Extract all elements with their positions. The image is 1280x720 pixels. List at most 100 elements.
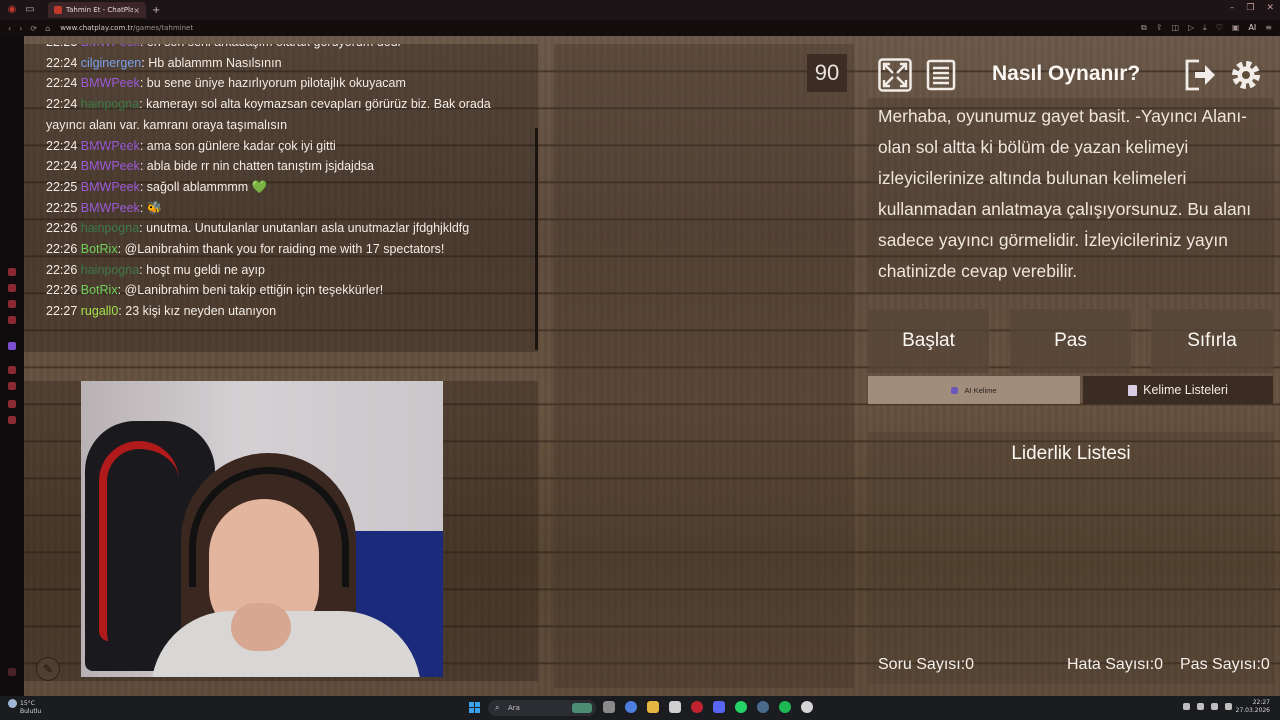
battery-icon[interactable]: [1225, 703, 1232, 710]
windows-start-icon[interactable]: [469, 702, 480, 713]
robot-icon: [951, 386, 959, 394]
download-icon[interactable]: ⤓: [1203, 23, 1207, 33]
volume-icon[interactable]: [1211, 703, 1218, 710]
opera-icon[interactable]: [691, 701, 703, 713]
chat-username[interactable]: BMWPeek: [81, 139, 140, 153]
chat-username[interactable]: BotRix: [81, 242, 118, 256]
menu-icon[interactable]: ≡: [1265, 23, 1272, 33]
network-icon[interactable]: [1197, 703, 1204, 710]
chat-username[interactable]: BMWPeek: [81, 159, 140, 173]
spotify-icon[interactable]: [779, 701, 791, 713]
chat-username[interactable]: cilginergen: [81, 56, 141, 70]
reload-icon[interactable]: ⟳: [30, 24, 37, 33]
sidebar-app-icon[interactable]: [8, 366, 16, 374]
chat-username[interactable]: hainpogna: [81, 97, 139, 111]
sidebar-settings-icon[interactable]: [8, 416, 16, 424]
window-controls: – ❐ ✕: [1230, 3, 1274, 13]
sidebar-app-icon[interactable]: [8, 382, 16, 390]
chat-username[interactable]: hainpogna: [81, 221, 139, 235]
ai-button[interactable]: AI: [1248, 23, 1256, 33]
discord-icon[interactable]: [713, 701, 725, 713]
pencil-icon[interactable]: ✎: [36, 657, 60, 681]
chat-username[interactable]: BMWPeek: [81, 201, 140, 215]
sidebar-app-icon[interactable]: [8, 284, 16, 292]
url-path: /games/tahminet: [133, 24, 194, 32]
forward-icon[interactable]: ›: [19, 24, 22, 33]
sidebar-app-icon[interactable]: [8, 316, 16, 324]
chat-message: 22:24 BMWPeek: bu sene üniye hazırlıyoru…: [46, 73, 518, 94]
store-icon[interactable]: [669, 701, 681, 713]
error-count-value: 0: [1154, 656, 1164, 673]
start-button[interactable]: Başlat: [868, 309, 989, 373]
play-icon[interactable]: ▷: [1188, 23, 1194, 33]
fullscreen-icon[interactable]: [878, 58, 912, 92]
wallet-icon[interactable]: ▣: [1232, 23, 1240, 33]
tab-close-icon[interactable]: ×: [133, 6, 140, 15]
chat-text: 🐝: [146, 200, 163, 215]
document-icon[interactable]: [924, 58, 958, 92]
clock[interactable]: 22:27 27.03.2026: [1236, 699, 1270, 715]
reset-button[interactable]: Sıfırla: [1151, 309, 1273, 373]
chat-username[interactable]: hainpogna: [81, 263, 139, 277]
address-bar-icons: ⧉ ⇪ ◫ ▷ ⤓ ♡ ▣ AI ≡: [1141, 23, 1272, 33]
sidebar-app-icon[interactable]: [8, 300, 16, 308]
whatsapp-icon[interactable]: [735, 701, 747, 713]
sidebar-app-icon[interactable]: [8, 400, 16, 408]
close-window-icon[interactable]: ✕: [1266, 3, 1274, 13]
chat-username[interactable]: rugall0: [81, 304, 119, 318]
chat-message: 22:25 BMWPeek: 🐝: [46, 198, 518, 219]
browser-tab[interactable]: Tahmin Et - ChatPlay ×: [48, 2, 146, 18]
steam-icon[interactable]: [757, 701, 769, 713]
chat-username[interactable]: BMWPeek: [81, 180, 140, 194]
taskbar-search-input[interactable]: ⌕ Ara: [488, 700, 596, 716]
chat-message: 22:24 BMWPeek: abla bide rr nin chatten …: [46, 156, 518, 177]
chat-time: 22:26: [46, 242, 78, 257]
search-icon: ⌕: [495, 703, 500, 712]
chat-username[interactable]: BMWPeek: [81, 76, 140, 90]
new-tab-button[interactable]: +: [152, 5, 160, 16]
weather-widget[interactable]: 15°C Bulutlu: [8, 699, 41, 716]
favorite-icon[interactable]: ♡: [1216, 23, 1223, 33]
chat-time: 22:24: [46, 97, 78, 112]
workspaces-icon[interactable]: ▭: [24, 4, 36, 16]
tab-ai-word[interactable]: AI Kelime: [868, 376, 1080, 404]
question-count: Soru Sayısı:0: [878, 656, 974, 674]
pass-button[interactable]: Pas: [1010, 309, 1131, 373]
clock-date: 27.03.2026: [1235, 707, 1270, 714]
chat-text: @Lanibrahim beni takip ettiğin için teşe…: [124, 283, 384, 298]
chat-username[interactable]: BotRix: [81, 283, 118, 297]
chat-username[interactable]: BMWPeek: [81, 44, 140, 49]
save-page-icon[interactable]: ⧉: [1141, 23, 1147, 33]
task-view-icon[interactable]: [603, 701, 615, 713]
sidebar-app-icon[interactable]: [8, 268, 16, 276]
url-domain: www.chatplay.com.tr: [60, 24, 134, 32]
screenshot-icon[interactable]: ◫: [1171, 23, 1179, 33]
tab-title: Tahmin Et - ChatPlay: [66, 6, 134, 14]
back-icon[interactable]: ‹: [8, 24, 11, 33]
settings-icon[interactable]: [1229, 58, 1263, 92]
sidebar-twitch-icon[interactable]: [8, 342, 16, 350]
chat-message: 22:24 cilginergen: Hb ablammm Nasılsının: [46, 53, 518, 74]
sidebar-more-icon[interactable]: [8, 668, 16, 676]
url-field[interactable]: www.chatplay.com.tr/games/tahminet: [60, 24, 193, 32]
maximize-icon[interactable]: ❐: [1246, 3, 1254, 13]
copilot-icon[interactable]: [625, 701, 637, 713]
minimize-icon[interactable]: –: [1230, 3, 1235, 13]
chat-message: 22:26 hainpogna: unutma. Unutulanlar unu…: [46, 218, 518, 239]
exit-icon[interactable]: [1183, 58, 1217, 92]
clock-time: 22:27: [1252, 699, 1270, 706]
pass-count-value: 0: [1260, 656, 1270, 673]
chat-time: 22:26: [46, 283, 78, 298]
share-icon[interactable]: ⇪: [1156, 23, 1163, 33]
file-explorer-icon[interactable]: [647, 701, 659, 713]
error-count: Hata Sayısı:0: [1067, 656, 1163, 674]
tray-chevron-icon[interactable]: [1183, 703, 1190, 710]
obs-icon[interactable]: [801, 701, 813, 713]
chat-text: en son seni arkadaşım olarak görüyorum d…: [147, 44, 401, 49]
browser-logo-icon[interactable]: ◉: [6, 4, 18, 16]
tab-word-lists[interactable]: Kelime Listeleri: [1083, 376, 1273, 404]
chat-scrollbar[interactable]: [535, 128, 538, 350]
home-icon[interactable]: ⌂: [45, 24, 50, 33]
chat-separator: :: [117, 283, 125, 298]
chat-time: 22:26: [46, 262, 78, 277]
